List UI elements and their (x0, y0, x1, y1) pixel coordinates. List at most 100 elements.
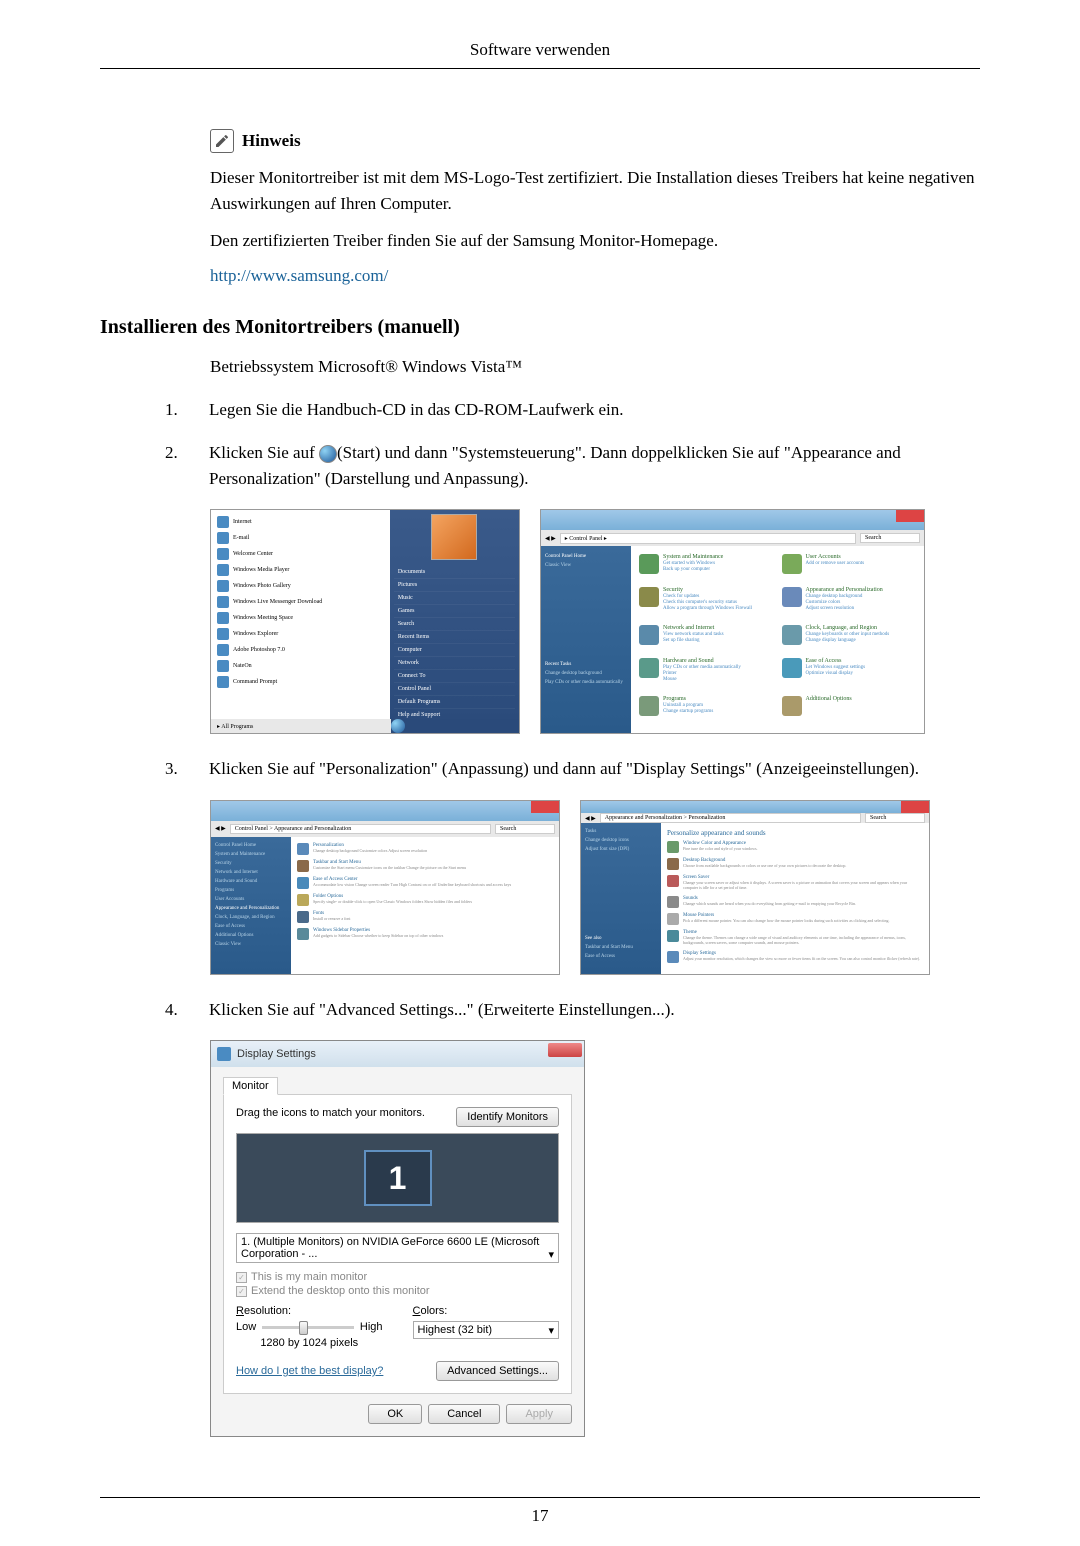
app-icon (217, 564, 229, 576)
category-icon (639, 625, 659, 645)
start-menu-item: NateOn (215, 658, 386, 674)
control-panel-category: Clock, Language, and RegionChange keyboa… (782, 625, 917, 654)
item-icon (667, 930, 679, 942)
sidebar-item: User Accounts (215, 895, 287, 904)
address-field: ▸ Control Panel ▸ (560, 533, 856, 544)
category-icon (639, 696, 659, 716)
appearance-personalization-screenshot: ◀ ▶ Control Panel > Appearance and Perso… (210, 800, 560, 975)
start-menu-item: Documents (394, 566, 515, 579)
start-menu-item: Computer (394, 644, 515, 657)
page-number: 17 (100, 1497, 980, 1526)
control-panel-category: Hardware and SoundPlay CDs or other medi… (639, 658, 774, 692)
control-panel-category: Ease of AccessLet Windows suggest settin… (782, 658, 917, 692)
monitor-tab[interactable]: Monitor (223, 1077, 278, 1095)
step-number: 1. (165, 397, 185, 423)
screenshot-row-2: ◀ ▶ Control Panel > Appearance and Perso… (210, 800, 980, 975)
sidebar-item: Taskbar and Start Menu (585, 943, 657, 952)
app-icon (217, 532, 229, 544)
control-panel-category: User AccountsAdd or remove user accounts (782, 554, 917, 583)
personalization-item: FontsInstall or remove a font (297, 911, 553, 923)
control-panel-screenshot: ◀ ▶ ▸ Control Panel ▸ Search Control Pan… (540, 509, 925, 734)
app-icon (217, 676, 229, 688)
control-panel-category: Network and InternetView network status … (639, 625, 774, 654)
resolution-label: Resolution: (236, 1305, 383, 1317)
window-address-bar: ◀ ▶ ▸ Control Panel ▸ Search (541, 530, 924, 546)
step-text: Klicken Sie auf "Advanced Settings..." (… (209, 997, 980, 1023)
step-text: Klicken Sie auf "Personalization" (Anpas… (209, 756, 980, 782)
checkbox: ✓ (236, 1286, 247, 1297)
control-panel-sidebar: Control Panel Home Classic View Recent T… (541, 546, 631, 733)
personalization-item: Screen SaverChange your screen saver or … (667, 875, 923, 891)
start-menu-item: Welcome Center (215, 546, 386, 562)
colors-select[interactable]: Highest (32 bit) ▾ (413, 1321, 560, 1339)
category-icon (639, 554, 659, 574)
start-menu-right-panel: DocumentsPicturesMusicGamesSearchRecent … (390, 510, 519, 733)
personalization-screenshot: ◀ ▶ Appearance and Personalization > Per… (580, 800, 930, 975)
window-titlebar (581, 801, 929, 814)
step-list-cont: 3. Klicken Sie auf "Personalization" (An… (165, 756, 980, 782)
monitor-select[interactable]: 1. (Multiple Monitors) on NVIDIA GeForce… (236, 1233, 559, 1263)
resolution-value: 1280 by 1024 pixels (236, 1337, 383, 1349)
hint-header: Hinweis (210, 129, 980, 153)
item-icon (667, 913, 679, 925)
sidebar: Control Panel HomeSystem and Maintenance… (211, 837, 291, 974)
dialog-titlebar: Display Settings (211, 1041, 584, 1067)
personalization-item: Folder OptionsSpecify single- or double-… (297, 894, 553, 906)
user-avatar-icon (431, 514, 477, 560)
start-menu-bottom: ▸ All Programs (211, 719, 519, 733)
cancel-button[interactable]: Cancel (428, 1404, 500, 1424)
sidebar: Tasks Change desktop icons Adjust font s… (581, 823, 661, 973)
os-line: Betriebssystem Microsoft® Windows Vista™ (210, 357, 980, 377)
start-menu-item: Control Panel (394, 683, 515, 696)
item-icon (667, 875, 679, 887)
search-field: Search (865, 813, 925, 823)
tab-content: Drag the icons to match your monitors. I… (223, 1094, 572, 1394)
search-field: Search (495, 824, 555, 834)
personalization-item: Display SettingsAdjust your monitor reso… (667, 951, 923, 963)
slider-low-label: Low (236, 1321, 256, 1333)
identify-monitors-button[interactable]: Identify Monitors (456, 1107, 559, 1127)
personalization-item: Window Color and AppearanceFine tune the… (667, 841, 923, 853)
sidebar-item: Classic View (545, 561, 627, 570)
monitor-preview-1[interactable]: 1 (364, 1150, 432, 1206)
help-link[interactable]: How do I get the best display? (236, 1365, 383, 1377)
category-icon (639, 658, 659, 678)
start-menu-item: Network (394, 657, 515, 670)
item-icon (297, 928, 309, 940)
advanced-settings-button[interactable]: Advanced Settings... (436, 1361, 559, 1381)
app-icon (217, 516, 229, 528)
control-panel-category: ProgramsUninstall a programChange startu… (639, 696, 774, 725)
app-icon (217, 548, 229, 560)
sidebar-item: Hardware and Sound (215, 877, 287, 886)
ok-button[interactable]: OK (368, 1404, 422, 1424)
category-icon (782, 587, 802, 607)
hint-paragraph-2: Den zertifizierten Treiber finden Sie au… (210, 228, 980, 254)
app-icon (217, 596, 229, 608)
close-icon[interactable] (548, 1043, 582, 1057)
resolution-slider[interactable] (262, 1326, 354, 1329)
step-number: 4. (165, 997, 185, 1023)
hint-url: http://www.samsung.com/ (210, 266, 980, 286)
monitor-preview-area: 1 (236, 1133, 559, 1223)
category-icon (782, 625, 802, 645)
category-icon (639, 587, 659, 607)
sidebar-item: Clock, Language, and Region (215, 913, 287, 922)
resolution-column: Resolution: Low High 1280 by 1024 pixels (236, 1305, 383, 1349)
sidebar-item: Network and Internet (215, 868, 287, 877)
start-menu-screenshot: InternetE-mailWelcome CenterWindows Medi… (210, 509, 520, 734)
start-menu-item: Music (394, 592, 515, 605)
control-panel-category: Additional Options (782, 696, 917, 725)
slider-thumb-icon[interactable] (299, 1321, 308, 1335)
step-number: 3. (165, 756, 185, 782)
hint-label: Hinweis (242, 131, 301, 151)
sidebar-item: Programs (215, 886, 287, 895)
start-menu-item: Recent Items (394, 631, 515, 644)
checkbox-label: This is my main monitor (251, 1271, 367, 1283)
step-text: Klicken Sie auf (Start) und dann "System… (209, 440, 980, 491)
dialog-button-row: OK Cancel Apply (223, 1404, 572, 1424)
item-icon (667, 896, 679, 908)
see-also-header: See also (585, 934, 657, 943)
apply-button[interactable]: Apply (506, 1404, 572, 1424)
personalization-item: ThemeChange the theme. Themes can change… (667, 930, 923, 946)
sidebar-item: Ease of Access (215, 922, 287, 931)
